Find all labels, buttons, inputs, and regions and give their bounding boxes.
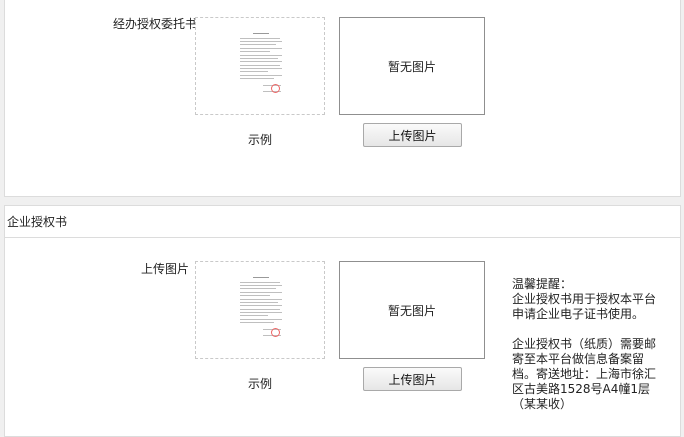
sample-caption: 示例 <box>247 377 272 391</box>
sample-image-enterprise-letter <box>195 261 325 359</box>
enterprise-letter-preview: 暂无图片 <box>339 261 485 359</box>
section-title: 企业授权书 <box>5 206 680 238</box>
tips-usage-text: 企业授权书用于授权本平台申请企业电子证书使用。 <box>512 292 657 321</box>
upload-image-label: 上传图片 <box>141 262 190 276</box>
document-thumbnail <box>239 31 283 102</box>
sample-image-agent-letter <box>195 17 325 115</box>
red-stamp-icon <box>271 328 280 337</box>
red-stamp-icon <box>271 84 280 93</box>
agent-authorization-label: 经办授权委托书 <box>113 17 198 31</box>
upload-enterprise-letter-button[interactable]: 上传图片 <box>363 367 462 391</box>
tips-panel: 温馨提醒： 企业授权书用于授权本平台申请企业电子证书使用。 企业授权书（纸质）需… <box>512 277 664 412</box>
no-image-text: 暂无图片 <box>387 303 436 318</box>
agent-letter-preview: 暂无图片 <box>339 17 485 115</box>
sample-caption: 示例 <box>247 133 272 147</box>
tips-mailing-text: 企业授权书（纸质）需要邮寄至本平台做信息备案留档。寄送地址：上海市徐汇区古美路1… <box>512 337 657 411</box>
tips-title: 温馨提醒： <box>512 277 573 291</box>
upload-agent-letter-button[interactable]: 上传图片 <box>363 123 462 147</box>
document-thumbnail <box>239 275 283 346</box>
no-image-text: 暂无图片 <box>387 59 436 74</box>
